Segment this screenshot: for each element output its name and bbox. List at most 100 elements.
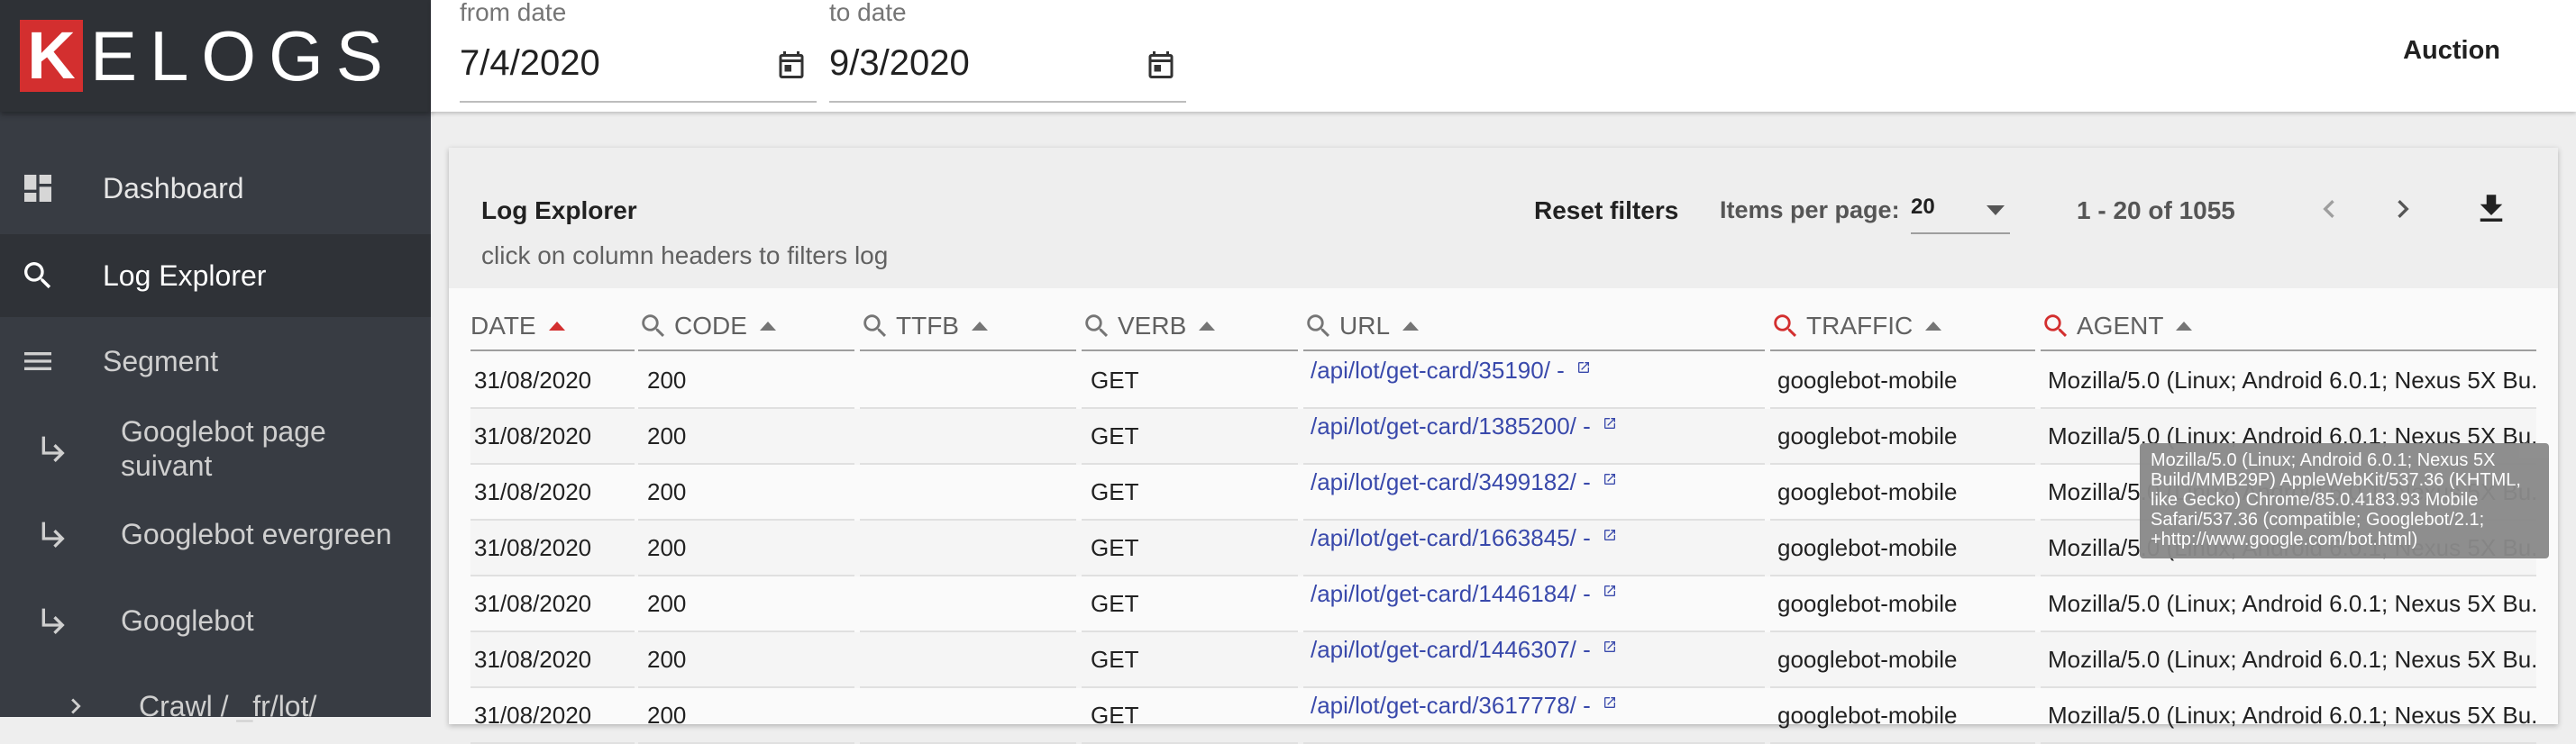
- header-label: URL: [1339, 312, 1391, 340]
- cell-text: 200: [647, 702, 687, 729]
- auction-link[interactable]: Auction: [2403, 36, 2500, 66]
- column-header-date[interactable]: DATE: [470, 303, 635, 351]
- open-in-new-icon[interactable]: [1603, 695, 1617, 710]
- column-header-ttfb[interactable]: TTFB: [860, 303, 1076, 351]
- cell-url[interactable]: /api/lot/get-card/1446307/ -: [1303, 632, 1765, 688]
- table-row: 31/08/2020 200 GET/api/lot/get-card/144630…: [470, 632, 2536, 688]
- open-in-new-icon[interactable]: [1603, 584, 1617, 598]
- cell-url[interactable]: /api/lot/get-card/1663845/ -: [1303, 521, 1765, 576]
- log-explorer-card: Log Explorer click on column headers to …: [449, 148, 2558, 744]
- cell-url[interactable]: /api/lot/get-card/1385200/ -: [1303, 409, 1765, 465]
- sidebar-item-log-explorer[interactable]: Log Explorer: [0, 234, 431, 317]
- cell-date: 31/08/2020: [470, 688, 635, 744]
- sidebar-item-googlebot-evergreen[interactable]: Googlebot evergreen: [0, 506, 431, 562]
- filter-search-icon[interactable]: [638, 311, 669, 341]
- dropdown-arrow-icon: [1987, 205, 2005, 215]
- cell-text: 200: [647, 534, 687, 561]
- to-date-field[interactable]: to date 9/3/2020: [829, 0, 1186, 103]
- sidebar-item-googlebot[interactable]: Googlebot: [0, 593, 431, 649]
- to-date-input[interactable]: 9/3/2020: [829, 43, 970, 84]
- reset-filters-button[interactable]: Reset filters: [1534, 196, 1678, 225]
- header-label: CODE: [674, 312, 747, 340]
- column-header-url[interactable]: URL: [1303, 303, 1765, 351]
- card-header: Log Explorer click on column headers to …: [449, 148, 2558, 288]
- calendar-icon[interactable]: [775, 49, 808, 81]
- cell-verb: GET: [1082, 409, 1298, 465]
- from-date-input[interactable]: 7/4/2020: [460, 43, 600, 84]
- open-in-new-icon[interactable]: [1603, 472, 1617, 486]
- open-in-new-icon[interactable]: [1603, 640, 1617, 654]
- chevron-right-icon: [2398, 200, 2409, 218]
- table-row: 31/08/2020 200 GET/api/lot/get-card/35190/…: [470, 353, 2536, 409]
- from-date-label: from date: [460, 0, 567, 26]
- cell-url[interactable]: /api/lot/get-card/35190/ -: [1303, 353, 1765, 409]
- calendar-icon[interactable]: [1145, 49, 1177, 81]
- cell-ttfb: [860, 521, 1076, 576]
- sidebar-item-crawl[interactable]: Crawl / _fr/lot/: [0, 683, 431, 730]
- items-per-page-label: Items per page:: [1720, 196, 1900, 223]
- filter-search-icon[interactable]: [860, 311, 891, 341]
- filter-search-icon[interactable]: [2041, 311, 2071, 341]
- cell-text: 200: [647, 590, 687, 617]
- url-link[interactable]: /api/lot/get-card/1385200/ -: [1311, 413, 1597, 440]
- logo-bar: K ELOGS: [0, 0, 431, 112]
- cell-date: 31/08/2020: [470, 632, 635, 688]
- open-in-new-icon[interactable]: [1603, 416, 1617, 431]
- sidebar-item-googlebot-page-suivant[interactable]: Googlebot page suivant: [0, 411, 431, 486]
- items-per-page-select[interactable]: 20: [1911, 187, 2010, 234]
- cell-verb: GET: [1082, 688, 1298, 744]
- cell-date: 31/08/2020: [470, 521, 635, 576]
- cell-verb: GET: [1082, 521, 1298, 576]
- url-link[interactable]: /api/lot/get-card/1446184/ -: [1311, 580, 1597, 607]
- sidebar-item-label: Googlebot evergreen: [121, 518, 392, 550]
- url-link[interactable]: /api/lot/get-card/3617778/ -: [1311, 692, 1597, 719]
- column-header-code[interactable]: CODE: [638, 303, 854, 351]
- cell-text: GET: [1091, 590, 1139, 617]
- cell-text: GET: [1091, 478, 1139, 505]
- cell-text: googlebot-mobile: [1777, 646, 1958, 673]
- previous-page-button[interactable]: [2306, 186, 2352, 232]
- filter-search-icon[interactable]: [1770, 311, 1801, 341]
- url-link[interactable]: /api/lot/get-card/1663845/ -: [1311, 524, 1597, 551]
- sort-asc-icon: [972, 322, 988, 331]
- cell-ttfb: [860, 688, 1076, 744]
- sidebar-item-dashboard[interactable]: Dashboard: [0, 160, 431, 216]
- cell-code: 200: [638, 465, 854, 521]
- menu-icon: [20, 343, 56, 379]
- url-link[interactable]: /api/lot/get-card/3499182/ -: [1311, 468, 1597, 495]
- url-link[interactable]: /api/lot/get-card/35190/ -: [1311, 357, 1571, 384]
- card-title: Log Explorer: [481, 196, 637, 224]
- column-header-agent[interactable]: AGENT: [2041, 303, 2536, 351]
- cell-agent[interactable]: Mozilla/5.0 (Linux; Android 6.0.1; Nexus…: [2041, 688, 2536, 744]
- filter-search-icon[interactable]: [1082, 311, 1112, 341]
- url-link[interactable]: /api/lot/get-card/1446307/ -: [1311, 636, 1597, 663]
- cell-text: GET: [1091, 702, 1139, 729]
- cell-url[interactable]: /api/lot/get-card/1446184/ -: [1303, 576, 1765, 632]
- sidebar-item-label: Segment: [103, 344, 219, 377]
- cell-text: 31/08/2020: [474, 367, 592, 394]
- cell-agent[interactable]: Mozilla/5.0 (Linux; Android 6.0.1; Nexus…: [2041, 576, 2536, 632]
- download-button[interactable]: [2468, 186, 2515, 232]
- sidebar-item-segment[interactable]: Segment: [0, 333, 431, 389]
- cell-text: 31/08/2020: [474, 534, 592, 561]
- column-header-traffic[interactable]: TRAFFIC: [1770, 303, 2035, 351]
- open-in-new-icon[interactable]: [1576, 360, 1591, 375]
- sidebar: K ELOGS Dashboard Log Explorer Segment G…: [0, 0, 431, 722]
- sidebar-item-label: Googlebot page suivant: [121, 415, 326, 482]
- open-in-new-icon[interactable]: [1603, 528, 1617, 542]
- cell-traffic: googlebot-mobile: [1770, 576, 2035, 632]
- from-date-field[interactable]: from date 7/4/2020: [460, 0, 817, 103]
- next-page-button[interactable]: [2380, 186, 2426, 232]
- column-header-verb[interactable]: VERB: [1082, 303, 1298, 351]
- cell-traffic: googlebot-mobile: [1770, 688, 2035, 744]
- cell-ttfb: [860, 576, 1076, 632]
- logo-text: ELOGS: [90, 16, 396, 95]
- cell-text: 31/08/2020: [474, 646, 592, 673]
- cell-code: 200: [638, 576, 854, 632]
- cell-agent[interactable]: Mozilla/5.0 (Linux; Android 6.0.1; Nexus…: [2041, 353, 2536, 409]
- app-logo[interactable]: K ELOGS: [20, 20, 396, 92]
- cell-agent[interactable]: Mozilla/5.0 (Linux; Android 6.0.1; Nexus…: [2041, 632, 2536, 688]
- cell-url[interactable]: /api/lot/get-card/3617778/ -: [1303, 688, 1765, 744]
- cell-url[interactable]: /api/lot/get-card/3499182/ -: [1303, 465, 1765, 521]
- filter-search-icon[interactable]: [1303, 311, 1334, 341]
